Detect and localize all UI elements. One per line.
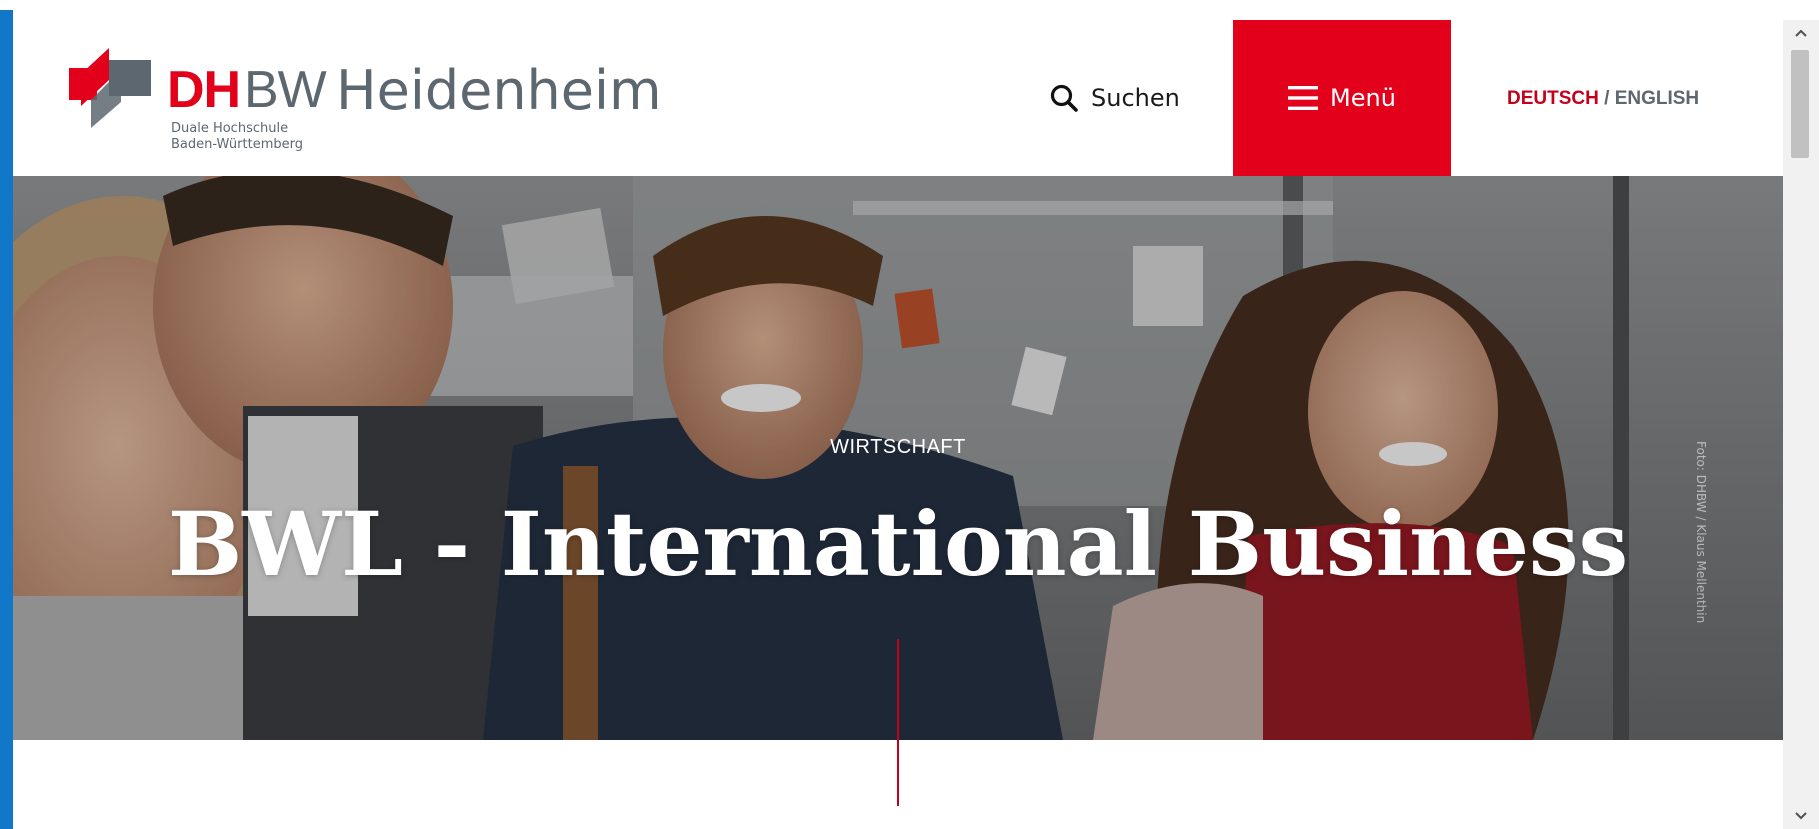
hero-accent-line <box>897 639 899 740</box>
vertical-scrollbar[interactable] <box>1783 20 1819 829</box>
scroll-up-button[interactable] <box>1783 20 1819 46</box>
scrollbar-thumb[interactable] <box>1791 50 1809 158</box>
browser-window: DH BW Duale Hochschule Baden-Württemberg… <box>0 0 1819 829</box>
logo-dh-text: DH <box>167 61 241 119</box>
logo-subtitle-line1: Duale Hochschule <box>171 121 289 136</box>
logo-bw-text: BW <box>244 61 327 119</box>
scroll-indicator-line <box>897 740 899 806</box>
scroll-down-button[interactable] <box>1783 803 1819 829</box>
search-button[interactable]: Suchen <box>1049 78 1180 118</box>
window-edge-accent <box>0 10 13 829</box>
site-title[interactable]: Heidenheim <box>336 61 662 121</box>
language-separator: / <box>1598 88 1615 109</box>
search-icon <box>1050 84 1078 112</box>
search-label: Suchen <box>1091 84 1180 112</box>
web-page: DH BW Duale Hochschule Baden-Württemberg… <box>13 20 1783 829</box>
logo-subtitle-line2: Baden-Württemberg <box>171 137 303 152</box>
chevron-up-icon <box>1795 29 1807 37</box>
photo-credit: Foto: DHBW / Klaus Mellenthin <box>1694 441 1708 624</box>
hamburger-menu-icon <box>1288 86 1319 110</box>
hero-kicker: WIRTSCHAFT <box>830 436 966 458</box>
hero-title: BWL - International Business <box>167 492 1629 596</box>
language-english-link[interactable]: ENGLISH <box>1615 88 1699 109</box>
site-header: DH BW Duale Hochschule Baden-Württemberg… <box>13 20 1783 176</box>
language-switcher: DEUTSCH / ENGLISH <box>1507 88 1699 110</box>
dhbw-logo[interactable]: DH BW Duale Hochschule Baden-Württemberg <box>69 48 329 158</box>
logo-subtitle: Duale Hochschule Baden-Württemberg <box>171 121 331 153</box>
chevron-down-icon <box>1795 812 1807 820</box>
hero-banner: WIRTSCHAFT BWL - International Business … <box>13 176 1783 740</box>
menu-label: Menü <box>1330 84 1396 112</box>
dhbw-logo-mark-icon <box>69 48 151 128</box>
language-deutsch-link[interactable]: DEUTSCH <box>1507 88 1599 109</box>
menu-button[interactable]: Menü <box>1233 20 1451 176</box>
